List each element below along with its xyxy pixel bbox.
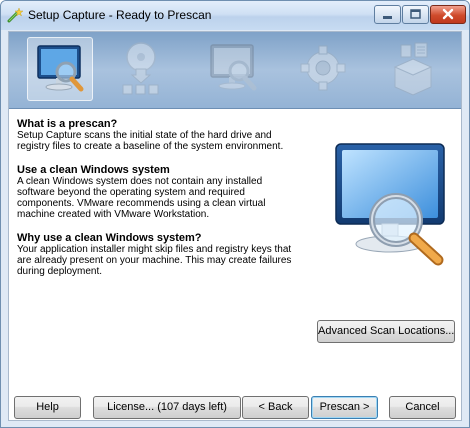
window-title: Setup Capture - Ready to Prescan (28, 8, 212, 22)
body-line: software beyond the operating system and… (17, 187, 245, 198)
body-line: components. VMware recommends using a cl… (17, 198, 266, 209)
prescan-button[interactable]: Prescan > (311, 396, 378, 419)
step-configure (291, 37, 357, 101)
help-button[interactable]: Help (14, 396, 81, 419)
step-install (109, 37, 175, 101)
body-line: during deployment. (17, 266, 103, 277)
wizard-client-area: What is a prescan? Setup Capture scans t… (8, 31, 462, 421)
step-postscan (201, 37, 267, 101)
monitor-magnifier-icon (37, 45, 84, 92)
body-line: Your application installer might skip fi… (17, 244, 292, 255)
advanced-scan-locations-button[interactable]: Advanced Scan Locations... (317, 320, 455, 343)
setup-capture-window: Setup Capture - Ready to Prescan What is… (0, 0, 470, 428)
section-why-clean-system: Why use a clean Windows system? Your app… (17, 232, 313, 277)
section-body: A clean Windows system does not contain … (17, 176, 313, 220)
body-line: A clean Windows system does not contain … (17, 176, 263, 187)
section-clean-system: Use a clean Windows system A clean Windo… (17, 164, 313, 220)
back-button[interactable]: < Back (242, 396, 309, 419)
wizard-step-bar (9, 32, 461, 109)
close-icon (442, 8, 454, 20)
package-icon (393, 42, 433, 96)
body-line: registry files to create a baseline of t… (17, 141, 284, 152)
cancel-button[interactable]: Cancel (389, 396, 456, 419)
section-heading: What is a prescan? (17, 118, 118, 130)
minimize-icon (383, 16, 392, 19)
prescan-description: What is a prescan? Setup Capture scans t… (17, 118, 313, 289)
prescan-monitor-illustration-icon (335, 143, 445, 266)
close-button[interactable] (430, 5, 466, 24)
monitor-magnifier-icon (210, 44, 257, 91)
step-prescan (27, 37, 93, 101)
body-line: Setup Capture scans the initial state of… (17, 130, 272, 141)
section-heading: Use a clean Windows system (17, 164, 170, 176)
body-line: machine created with VMware Workstation. (17, 209, 210, 220)
section-body: Your application installer might skip fi… (17, 244, 313, 277)
wand-icon (7, 7, 23, 23)
maximize-icon (410, 9, 421, 19)
body-line: are already present on your machine. Thi… (17, 255, 292, 266)
section-heading: Why use a clean Windows system? (17, 232, 202, 244)
license-button[interactable]: License... (107 days left) (93, 396, 241, 419)
maximize-button[interactable] (402, 5, 429, 24)
gear-icon (300, 45, 346, 91)
minimize-button[interactable] (374, 5, 401, 24)
section-what-is-prescan: What is a prescan? Setup Capture scans t… (17, 118, 313, 152)
disc-install-icon (122, 42, 159, 95)
section-body: Setup Capture scans the initial state of… (17, 130, 313, 152)
title-bar[interactable]: Setup Capture - Ready to Prescan (1, 1, 469, 30)
step-build (381, 37, 447, 101)
